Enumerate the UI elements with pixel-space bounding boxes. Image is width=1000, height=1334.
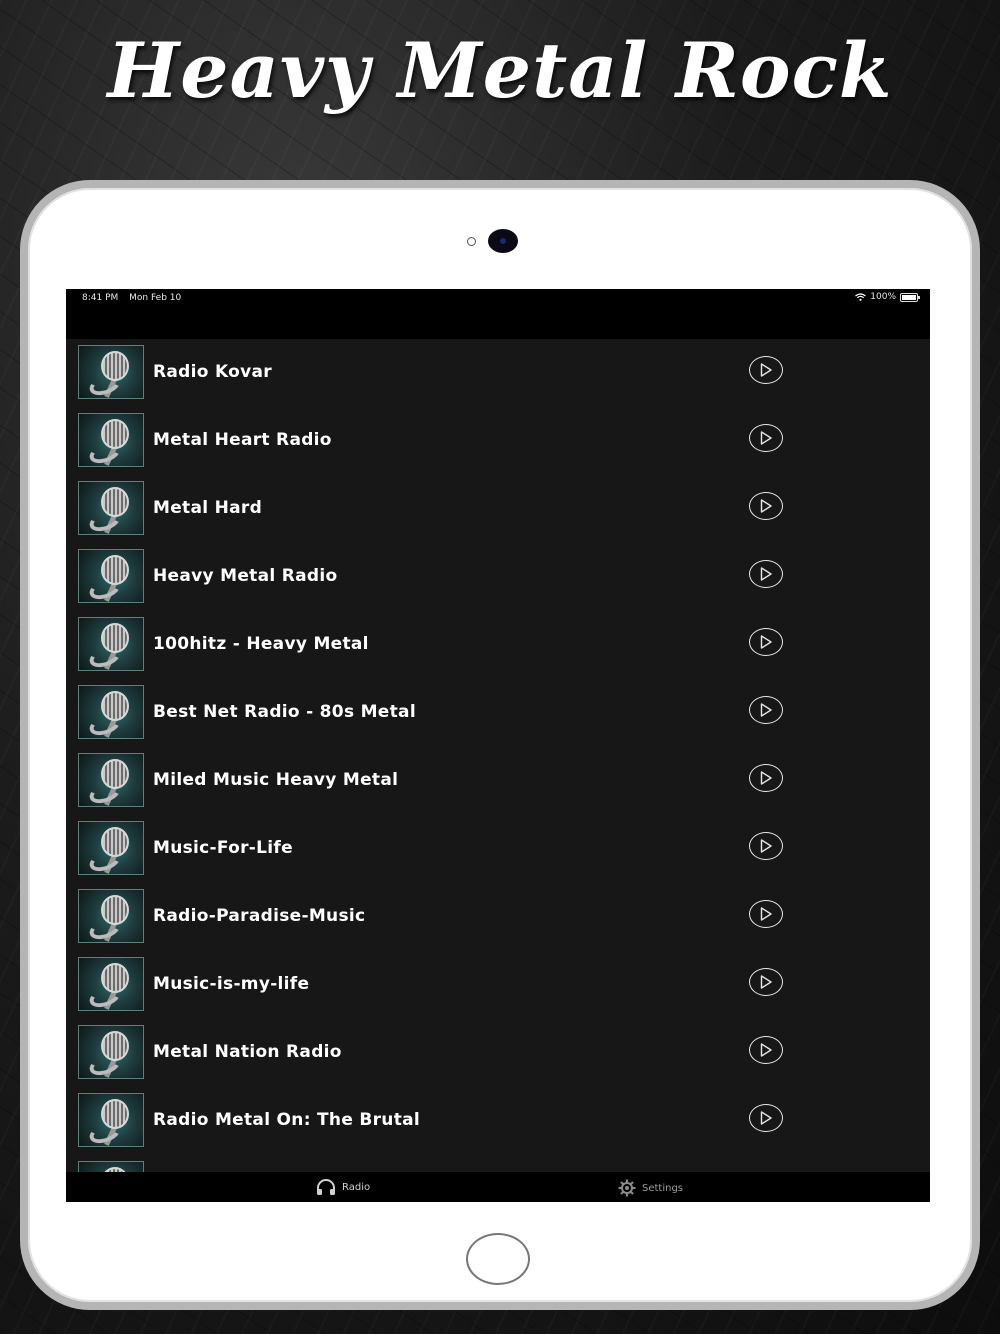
microphone-icon (78, 821, 144, 875)
play-icon (760, 567, 772, 581)
status-bar: 8:41 PM Mon Feb 10 100% (66, 289, 930, 339)
battery-percent: 100% (870, 292, 896, 302)
play-button[interactable] (749, 764, 783, 792)
play-button[interactable] (749, 628, 783, 656)
status-time: 8:41 PM (82, 293, 119, 303)
battery-icon (900, 292, 920, 302)
play-icon (760, 1043, 772, 1057)
tab-settings-label: Settings (642, 1182, 684, 1194)
play-icon (760, 499, 772, 513)
play-button[interactable] (749, 492, 783, 520)
station-name: Music-is-my-life (153, 974, 310, 994)
play-icon (760, 431, 772, 445)
mic-head-shape (101, 623, 129, 653)
play-icon (760, 771, 772, 785)
station-name: Heavy Metal Radio (153, 566, 338, 586)
station-name: Radio-Paradise-Music (153, 906, 366, 926)
status-date: Mon Feb 10 (129, 293, 182, 303)
microphone-icon (78, 957, 144, 1011)
play-icon (760, 839, 772, 853)
microphone-icon (78, 413, 144, 467)
station-name: Metal Hard (153, 498, 263, 518)
mic-head-shape (101, 759, 129, 789)
station-row[interactable]: Music-For-Life (66, 815, 930, 883)
station-name: Miled Music Heavy Metal (153, 770, 399, 790)
promo-headline: Heavy Metal Rock (107, 26, 893, 115)
station-name: Music-For-Life (153, 838, 293, 858)
station-row[interactable]: Best Net Radio - 80s Metal (66, 679, 930, 747)
play-icon (760, 1111, 772, 1125)
mic-head-shape (101, 691, 129, 721)
microphone-icon (78, 1025, 144, 1079)
play-icon (760, 703, 772, 717)
microphone-icon (78, 685, 144, 739)
status-right: 100% (855, 292, 920, 302)
station-name: Metal Nation Radio (153, 1042, 342, 1062)
mic-head-shape (101, 419, 129, 449)
play-icon (760, 635, 772, 649)
station-row[interactable]: Music-is-my-life (66, 951, 930, 1019)
mic-head-shape (101, 963, 129, 993)
station-name: Metal Heart Radio (153, 430, 332, 450)
camera-icon (488, 229, 518, 253)
app-screen: 8:41 PM Mon Feb 10 100% Radio Kovar Metal… (66, 289, 930, 1202)
microphone-icon (78, 1161, 144, 1172)
play-button[interactable] (749, 356, 783, 384)
mic-head-shape (101, 1099, 129, 1129)
microphone-icon (78, 753, 144, 807)
play-button[interactable] (749, 424, 783, 452)
station-row[interactable]: Miled Music Heavy Metal (66, 747, 930, 815)
microphone-icon (78, 481, 144, 535)
play-icon (760, 363, 772, 377)
station-row[interactable]: Radio Kovar (66, 339, 930, 407)
mic-head-shape (101, 827, 129, 857)
station-row[interactable]: 100hitz - Heavy Metal (66, 611, 930, 679)
play-button[interactable] (749, 1036, 783, 1064)
tab-bar: Radio Settings (66, 1172, 930, 1202)
station-list[interactable]: Radio Kovar Metal Heart Radio Metal Hard He… (66, 339, 930, 1172)
play-button[interactable] (749, 560, 783, 588)
home-button[interactable] (466, 1233, 530, 1285)
microphone-icon (78, 1093, 144, 1147)
status-left: 8:41 PM Mon Feb 10 (82, 293, 189, 303)
station-row[interactable]: Metal Heart Radio (66, 407, 930, 475)
tab-radio-label: Radio (342, 1182, 371, 1193)
station-row[interactable] (66, 1155, 930, 1172)
microphone-icon (78, 889, 144, 943)
mic-head-shape (101, 351, 129, 381)
station-row[interactable]: Heavy Metal Radio (66, 543, 930, 611)
mic-head-shape (101, 895, 129, 925)
mic-head-shape (101, 555, 129, 585)
microphone-icon (78, 345, 144, 399)
station-name: Radio Metal On: The Brutal (153, 1110, 421, 1130)
tab-radio[interactable]: Radio (316, 1179, 370, 1196)
headphones-icon (317, 1179, 335, 1195)
station-row[interactable]: Metal Hard (66, 475, 930, 543)
station-name: Radio Kovar (153, 362, 272, 382)
play-icon (760, 907, 772, 921)
play-icon (760, 975, 772, 989)
sensor-dot (467, 237, 476, 246)
microphone-icon (78, 617, 144, 671)
station-name: Best Net Radio - 80s Metal (153, 702, 416, 722)
play-button[interactable] (749, 696, 783, 724)
microphone-icon (78, 549, 144, 603)
tab-settings[interactable]: Settings (618, 1179, 683, 1197)
station-name: 100hitz - Heavy Metal (153, 634, 369, 654)
play-button[interactable] (749, 832, 783, 860)
station-row[interactable]: Radio Metal On: The Brutal (66, 1087, 930, 1155)
play-button[interactable] (749, 900, 783, 928)
mic-head-shape (101, 487, 129, 517)
play-button[interactable] (749, 968, 783, 996)
station-row[interactable]: Radio-Paradise-Music (66, 883, 930, 951)
station-row[interactable]: Metal Nation Radio (66, 1019, 930, 1087)
play-button[interactable] (749, 1104, 783, 1132)
gear-icon (618, 1179, 636, 1197)
mic-head-shape (101, 1031, 129, 1061)
wifi-icon (855, 293, 867, 301)
